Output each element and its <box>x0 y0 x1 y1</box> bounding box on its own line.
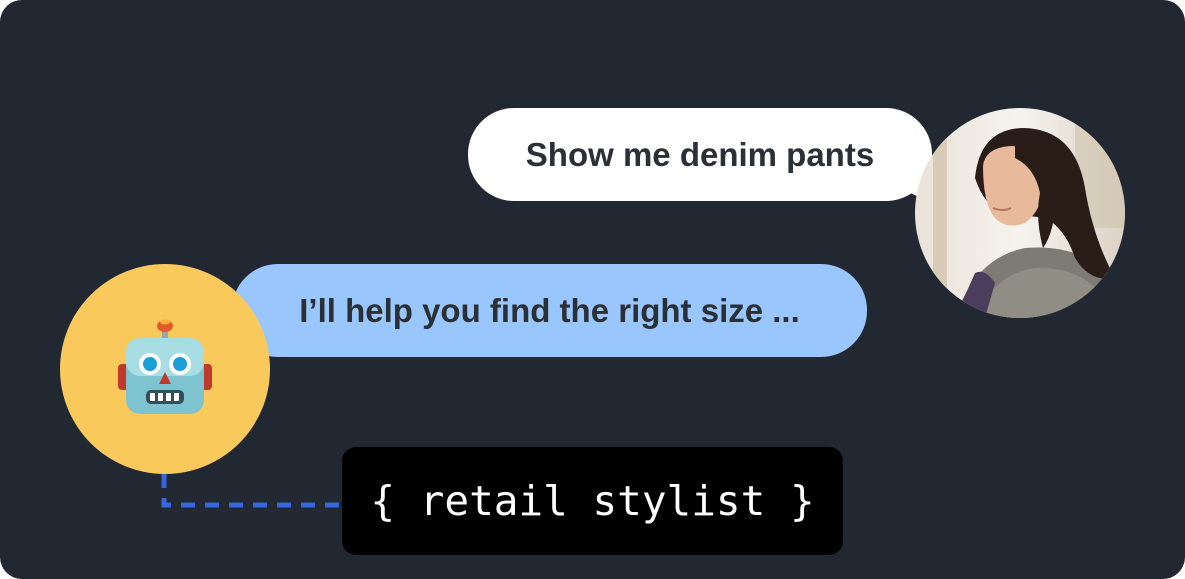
bot-message-text: I’ll help you find the right size ... <box>299 291 800 329</box>
bot-avatar <box>60 264 270 474</box>
person-photo-avatar-icon <box>915 108 1125 318</box>
user-message-bubble: Show me denim pants <box>468 108 932 201</box>
role-label-text: { retail stylist } <box>370 477 815 525</box>
bot-message-bubble: I’ll help you find the right size ... <box>232 264 867 357</box>
role-label-box: { retail stylist } <box>342 447 843 555</box>
chat-illustration-card: Show me denim pants I’ll help you find t… <box>0 0 1185 579</box>
user-message-text: Show me denim pants <box>525 135 875 173</box>
robot-icon <box>118 319 212 414</box>
user-avatar <box>915 108 1125 318</box>
